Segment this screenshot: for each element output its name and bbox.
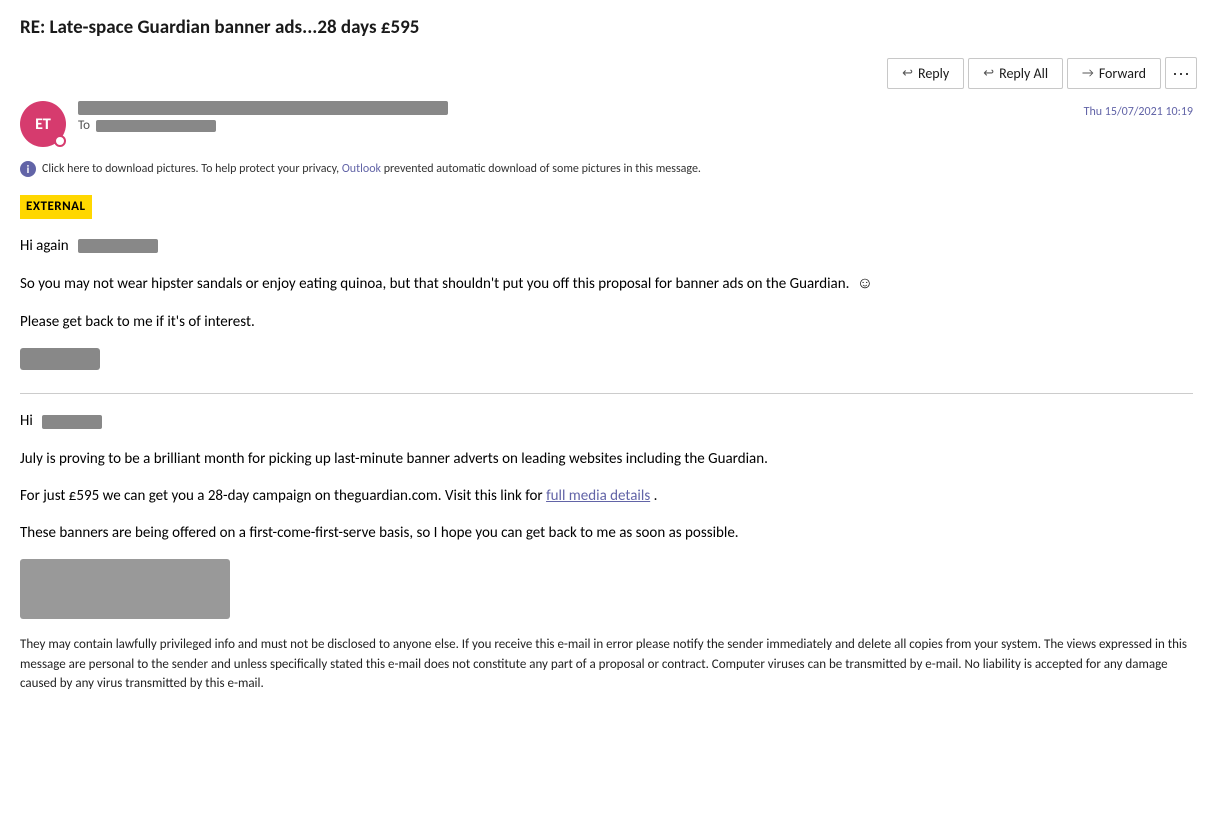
forward-label: Forward	[1099, 65, 1146, 82]
reply-button[interactable]: ↩ Reply	[887, 58, 964, 89]
sender-info: To	[78, 101, 448, 133]
body-para-5: These banners are being offered on a fir…	[20, 522, 1193, 545]
email-subject: RE: Late-space Guardian banner ads...28 …	[0, 0, 1213, 49]
external-badge: EXTERNAL	[20, 195, 92, 219]
avatar: ET	[20, 101, 66, 147]
more-options-button[interactable]: ···	[1165, 57, 1197, 89]
avatar-badge	[54, 135, 66, 147]
reply-all-button[interactable]: ↩ Reply All	[968, 58, 1063, 89]
download-notice[interactable]: i Click here to download pictures. To he…	[0, 155, 1213, 187]
download-notice-text: Click here to download pictures. To help…	[42, 162, 701, 176]
to-label: To	[78, 118, 90, 133]
more-icon: ···	[1172, 63, 1190, 84]
to-name-redacted	[96, 120, 216, 132]
reply-all-label: Reply All	[999, 65, 1048, 82]
disclaimer: They may contain lawfully privileged inf…	[20, 635, 1193, 694]
to-row: To	[78, 118, 448, 133]
info-icon: i	[20, 161, 36, 177]
sender-row: ET To Thu 15/07/2021 10:19	[0, 97, 1213, 155]
forward-button[interactable]: → Forward	[1067, 58, 1161, 89]
forward-icon: →	[1082, 66, 1094, 81]
reply-icon: ↩	[902, 66, 913, 81]
name-redacted-2	[42, 415, 102, 429]
signature-block-1	[20, 348, 1193, 378]
email-divider	[20, 393, 1193, 394]
reply-label: Reply	[918, 65, 949, 82]
full-media-details-link[interactable]: full media details	[546, 487, 650, 505]
greeting-para-1: Hi again	[20, 235, 1193, 258]
smiley-1: ☺	[857, 274, 873, 293]
avatar-initials: ET	[35, 115, 51, 134]
name-redacted-1	[78, 239, 158, 253]
reply-all-icon: ↩	[983, 66, 994, 81]
greeting-hi-again: Hi again	[20, 237, 69, 255]
body-para-3: July is proving to be a brilliant month …	[20, 448, 1193, 471]
email-container: RE: Late-space Guardian banner ads...28 …	[0, 0, 1213, 835]
body-para-1: So you may not wear hipster sandals or e…	[20, 272, 1193, 297]
greeting-para-2: Hi	[20, 410, 1193, 433]
outlook-link[interactable]: Outlook	[342, 162, 381, 176]
timestamp: Thu 15/07/2021 10:19	[1084, 101, 1193, 119]
sender-left: ET To	[20, 101, 448, 147]
body-para-2: Please get back to me if it's of interes…	[20, 311, 1193, 334]
email-body: EXTERNAL Hi again So you may not wear hi…	[0, 187, 1213, 714]
toolbar: ↩ Reply ↩ Reply All → Forward ···	[0, 49, 1213, 97]
body-para-4: For just £595 we can get you a 28-day ca…	[20, 485, 1193, 508]
signature-redacted-1	[20, 348, 100, 370]
sender-name-redacted	[78, 101, 448, 115]
signature-block-2	[20, 559, 1193, 619]
signature-image-redacted	[20, 559, 230, 619]
